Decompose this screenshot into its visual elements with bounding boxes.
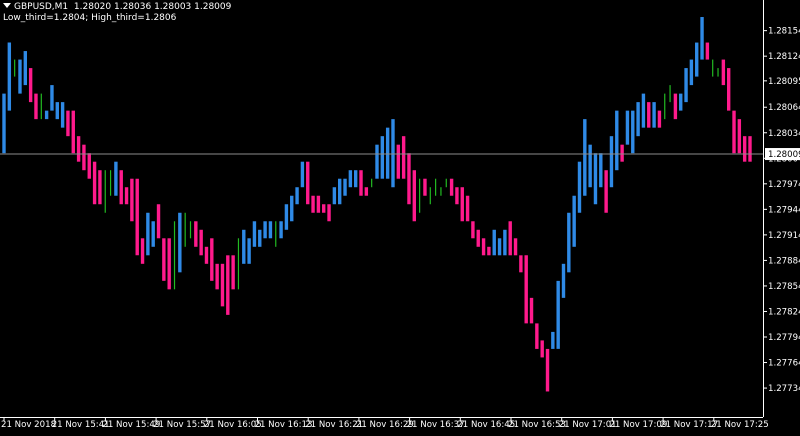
y-tick-label: 1.27764 <box>768 359 800 369</box>
plot-background <box>0 0 800 432</box>
y-tick-label: 1.28095 <box>768 77 800 87</box>
x-tick-label: 21 Nov 16:45 <box>457 420 515 430</box>
y-tick-label: 1.27734 <box>768 384 800 394</box>
y-tick-label: 1.27824 <box>768 307 800 317</box>
x-tick-label: 21 Nov 17:17 <box>660 420 718 430</box>
x-tick-label: 21 Nov 16:13 <box>255 420 313 430</box>
x-tick-label: 21 Nov 16:29 <box>356 420 414 430</box>
y-tick-label: 1.28154 <box>768 27 800 37</box>
y-tick-label: 1.27854 <box>768 282 800 292</box>
current-price-label: 1.28009 <box>768 150 800 160</box>
y-tick-label: 1.28034 <box>768 129 800 139</box>
x-tick-label: 21 Nov 16:53 <box>508 420 566 430</box>
y-tick-label: 1.27914 <box>768 231 800 241</box>
y-tick-label: 1.27944 <box>768 205 800 215</box>
ohlc-values: 1.28020 1.28036 1.28003 1.28009 <box>73 2 232 12</box>
x-tick-label: 21 Nov 15:49 <box>102 420 160 430</box>
x-tick-label: 21 Nov 17:09 <box>609 420 667 430</box>
indicator-row: Low_third=1.2804; High_third=1.2806 <box>3 13 177 23</box>
chart-info: GBPUSD,M1 1.28020 1.28036 1.28003 1.2800… <box>3 2 231 24</box>
dropdown-triangle-icon[interactable] <box>3 3 11 8</box>
x-tick-label: 21 Nov 16:21 <box>305 420 363 430</box>
x-tick-label: 21 Nov 2018 <box>1 420 56 430</box>
y-tick-label: 1.28124 <box>768 52 800 62</box>
y-tick-label: 1.28064 <box>768 103 800 113</box>
x-tick-label: 21 Nov 16:37 <box>407 420 465 430</box>
x-tick-label: 21 Nov 17:25 <box>711 420 769 430</box>
x-tick-label: 21 Nov 16:05 <box>204 420 262 430</box>
y-tick-label: 1.27884 <box>768 256 800 266</box>
chart-area[interactable]: 1.28154 1.28124 1.28095 1.28064 1.28034 1.280… <box>0 0 800 432</box>
y-tick-label: 1.27974 <box>768 180 800 190</box>
x-tick-label: 21 Nov 15:57 <box>153 420 211 430</box>
x-tick-label: 21 Nov 17:01 <box>559 420 617 430</box>
y-tick-label: 1.27794 <box>768 333 800 343</box>
price-chart[interactable]: 1.28154 1.28124 1.28095 1.28064 1.28034 1.280… <box>0 0 800 432</box>
x-tick-label: 21 Nov 15:41 <box>52 420 110 430</box>
symbol-row: GBPUSD,M1 1.28020 1.28036 1.28003 1.2800… <box>3 2 231 13</box>
symbol-label: GBPUSD,M1 <box>14 2 69 12</box>
